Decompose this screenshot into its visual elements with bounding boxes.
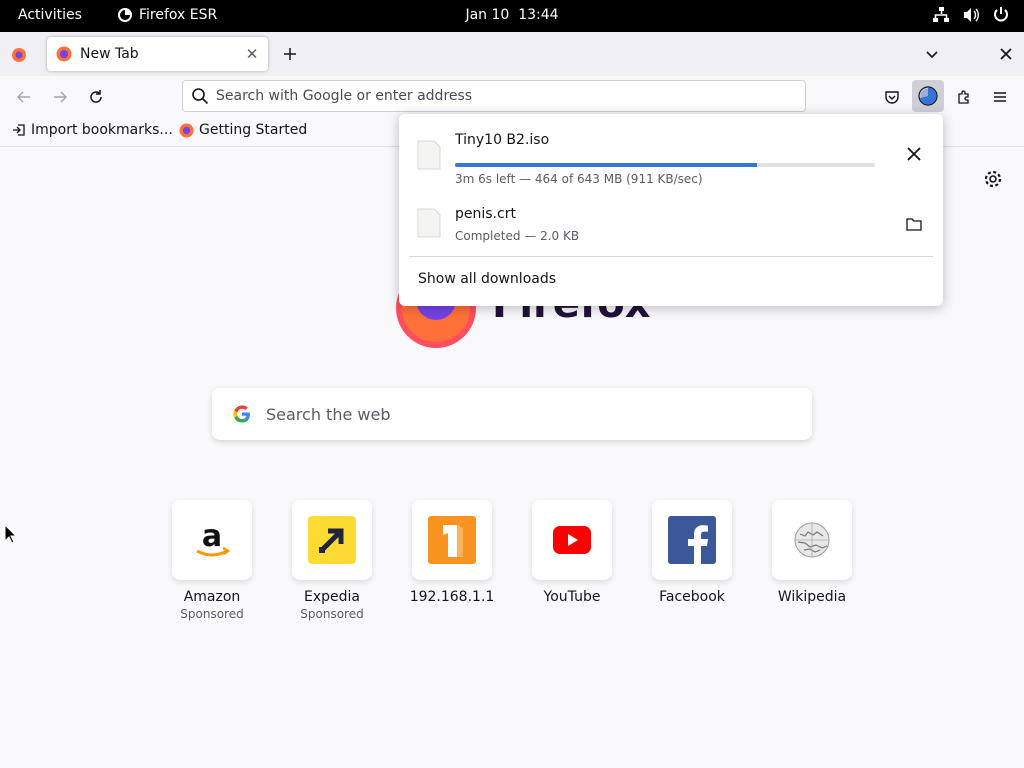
tile-box — [652, 500, 732, 580]
date-label: Jan 10 — [465, 7, 510, 23]
search-placeholder: Search the web — [266, 404, 391, 424]
tile-label: Wikipedia — [777, 589, 847, 605]
top-site-facebook[interactable]: Facebook — [632, 500, 752, 605]
bookmark-getting-started[interactable]: Getting Started — [179, 122, 307, 138]
download-progress-bar — [455, 163, 875, 167]
back-button[interactable] — [11, 84, 37, 110]
app-name-label: Firefox ESR — [139, 7, 218, 23]
reload-icon — [90, 90, 102, 103]
youtube-icon — [553, 526, 591, 554]
download-progress-fill — [455, 163, 758, 167]
firefox-favicon-icon — [179, 122, 194, 138]
puzzle-icon — [958, 90, 969, 104]
bookmark-label: Getting Started — [199, 122, 308, 138]
address-input[interactable] — [216, 88, 776, 104]
app-menu[interactable]: Firefox ESR — [117, 7, 217, 23]
search-icon — [192, 88, 209, 105]
firefox-view-icon — [12, 48, 26, 62]
tab-close-icon[interactable]: ✕ — [242, 44, 262, 64]
reload-button[interactable] — [83, 84, 109, 110]
top-site-192-168-1-1[interactable]: 192.168.1.1 — [392, 500, 512, 605]
tile-sponsored-label: Sponsored — [180, 607, 244, 621]
folder-icon — [906, 218, 922, 231]
close-icon — [1000, 48, 1012, 60]
firefox-favicon-icon — [56, 46, 72, 62]
tab-strip: New Tab ✕ — [0, 32, 1024, 76]
tile-label: Facebook — [659, 589, 725, 605]
amazon-icon: a — [196, 519, 231, 557]
pocket-button[interactable] — [879, 84, 905, 110]
top-site-youtube[interactable]: YouTube — [512, 500, 632, 605]
clock-button[interactable]: Jan 10 13:44 — [465, 7, 558, 23]
tile-box — [772, 500, 852, 580]
tile-label: YouTube — [543, 589, 601, 605]
system-tray[interactable] — [932, 6, 1010, 24]
svg-text:a: a — [202, 519, 222, 554]
bookmark-label: Import bookmarks... — [31, 122, 173, 138]
file-icon — [417, 208, 441, 238]
hamburger-menu-icon — [994, 92, 1006, 102]
top-site-expedia[interactable]: Expedia Sponsored — [272, 500, 392, 621]
mouse-cursor-icon — [4, 524, 18, 544]
download-status: 3m 6s left — 464 of 643 MB (911 KB/sec) — [455, 172, 703, 186]
arrow-right-icon — [54, 91, 68, 103]
tile-label: Amazon — [183, 589, 241, 605]
tile-box: a — [172, 500, 252, 580]
extensions-button[interactable] — [951, 84, 977, 110]
tab-new-tab[interactable]: New Tab ✕ — [47, 37, 268, 71]
time-label: 13:44 — [518, 7, 559, 23]
bookmark-import[interactable]: Import bookmarks... — [12, 122, 173, 138]
download-progress-icon — [918, 86, 938, 106]
top-site-amazon[interactable]: a Amazon Sponsored — [152, 500, 272, 621]
tab-title: New Tab — [80, 46, 139, 62]
gear-icon[interactable] — [982, 168, 1004, 190]
wikipedia-icon — [794, 522, 830, 558]
power-icon[interactable] — [992, 6, 1010, 24]
chevron-down-icon — [926, 51, 938, 59]
tile-box — [292, 500, 372, 580]
new-tab-button[interactable] — [279, 43, 301, 65]
download-item[interactable]: penis.crt Completed — 2.0 KB — [399, 194, 943, 264]
google-icon — [233, 405, 250, 423]
pocket-icon — [885, 91, 899, 104]
firefox-app-icon — [118, 8, 132, 22]
top-sites: a Amazon Sponsored Expedia Sponsored 192… — [0, 500, 1024, 630]
activities-button[interactable]: Activities — [18, 7, 82, 23]
web-search-box[interactable]: Search the web — [212, 388, 812, 440]
file-icon — [417, 140, 441, 170]
expedia-icon — [308, 516, 356, 564]
download-status: Completed — 2.0 KB — [455, 229, 580, 243]
window-close-button[interactable] — [995, 43, 1017, 65]
system-top-bar: Activities Firefox ESR Jan 10 13:44 — [0, 0, 1024, 32]
plus-icon — [284, 48, 296, 60]
downloads-button[interactable] — [912, 80, 944, 112]
show-all-downloads-button[interactable]: Show all downloads — [418, 271, 556, 287]
firefox-view-button[interactable] — [8, 44, 30, 66]
import-icon — [13, 124, 25, 136]
facebook-icon — [668, 516, 716, 564]
tile-label: Expedia — [304, 589, 360, 605]
tile-box — [412, 500, 492, 580]
panel-separator — [409, 256, 933, 257]
address-bar[interactable] — [182, 80, 806, 112]
tile-sponsored-label: Sponsored — [300, 607, 364, 621]
cancel-download-button[interactable] — [900, 140, 928, 168]
top-site-wikipedia[interactable]: Wikipedia — [752, 500, 872, 605]
download-name: penis.crt — [455, 206, 516, 222]
network-icon[interactable] — [932, 6, 950, 24]
forward-button[interactable] — [47, 84, 73, 110]
list-all-tabs-button[interactable] — [921, 43, 943, 65]
download-name: Tiny10 B2.iso — [455, 132, 550, 148]
show-in-folder-button[interactable] — [900, 210, 928, 238]
tile-label: 192.168.1.1 — [409, 589, 495, 605]
downloads-panel: Tiny10 B2.iso 3m 6s left — 464 of 643 MB… — [399, 114, 943, 306]
download-item[interactable]: Tiny10 B2.iso 3m 6s left — 464 of 643 MB… — [399, 122, 943, 192]
close-icon — [907, 147, 921, 161]
volume-icon[interactable] — [962, 6, 980, 24]
navigation-toolbar — [0, 76, 1024, 117]
menu-button[interactable] — [987, 84, 1013, 110]
arrow-left-icon — [16, 91, 30, 103]
tile-box — [532, 500, 612, 580]
orange-1-icon — [428, 516, 476, 564]
